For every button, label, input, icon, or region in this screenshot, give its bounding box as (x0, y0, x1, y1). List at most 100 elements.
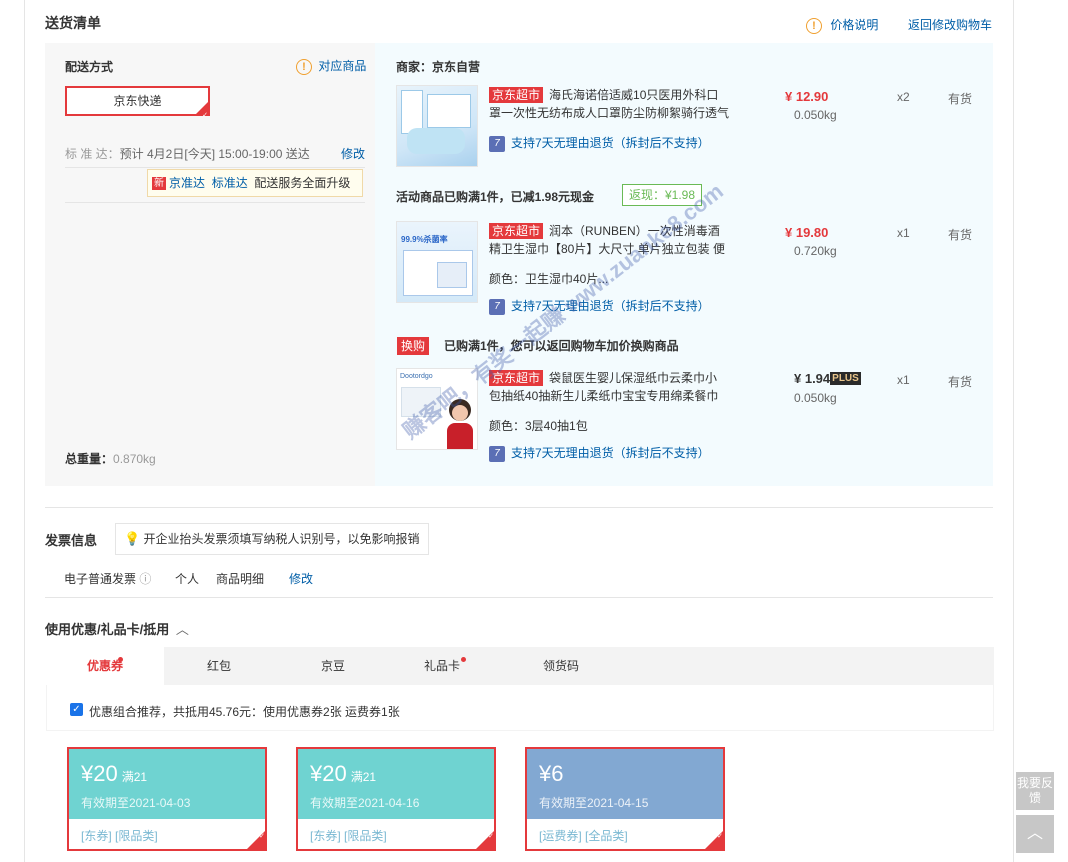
promo-upgrade-text: 配送服务全面升级 (254, 176, 351, 190)
delivery-method-label: 配送方式 (65, 60, 114, 74)
invoice-type: 电子普通发票 ⓘ (64, 570, 151, 587)
delivery-upgrade-tip: 新京准达 标准达 配送服务全面升级 (147, 169, 363, 197)
product-variant: 颜色：3层40抽1包 (489, 419, 588, 433)
return-policy-text[interactable]: 支持7天无理由退货（拆封后不支持） (511, 299, 710, 313)
return-policy[interactable]: 7 支持7天无理由退货（拆封后不支持） (489, 134, 710, 152)
discount-title[interactable]: 使用优惠/礼品卡/抵用 ︿ (45, 619, 189, 638)
selected-check-icon (476, 831, 494, 849)
delivery-modify-link[interactable]: 修改 (341, 145, 365, 162)
info-icon[interactable]: ⓘ (139, 572, 151, 586)
coupon-category: [运费券] [全品类] (539, 829, 628, 843)
chevron-up-icon[interactable]: ︿ (176, 622, 189, 637)
match-goods-label[interactable]: 对应商品 (318, 59, 366, 73)
product-qty: x1 (897, 373, 910, 387)
return-policy[interactable]: 7 支持7天无理由退货（拆封后不支持） (489, 297, 710, 315)
selected-check-icon (196, 102, 208, 129)
invoice-type-label: 电子普通发票 (64, 572, 137, 586)
jd-supermarket-badge: 京东超市 (489, 370, 544, 386)
product-weight: 0.050kg (794, 108, 837, 122)
new-badge: 新 (152, 177, 166, 191)
combo-text: 优惠组合推荐，共抵用45.76元：使用优惠券2张 运费券1张 (89, 705, 400, 719)
standard-delivery-row: 标 准 达：预计 4月2日[今天] 15:00-19:00 送达 (65, 145, 310, 162)
product-price: ¥ 1.94 (794, 371, 831, 386)
discount-title-text[interactable]: 使用优惠/礼品卡/抵用 (45, 622, 169, 637)
chevron-up-icon: ︿ (1026, 825, 1043, 842)
return-policy-text[interactable]: 支持7天无理由退货（拆封后不支持） (511, 446, 710, 460)
product-price: ¥ 12.90 (785, 89, 829, 104)
divider (45, 507, 993, 508)
total-weight-label: 总重量： (65, 452, 114, 466)
delivery-option-jd-express[interactable]: 京东快递 (65, 86, 210, 129)
tab-label: 红包 (206, 659, 231, 673)
shipping-box: 配送方式 ! 对应商品 京东快递 标 准 达：预计 4月2日[今天] 15:00… (45, 43, 993, 486)
product-image[interactable] (396, 85, 478, 167)
tab-coupons[interactable]: 优惠券 (46, 647, 164, 685)
coupon-expiry: 有效期至2021-04-16 (310, 796, 420, 810)
rebate-badge: 返现：¥1.98 (622, 184, 703, 206)
product-name[interactable]: 京东超市 海氏海诺倍适威10只医用外科口罩一次性无纺布成人口罩防尘防柳絮骑行透气 (489, 86, 729, 122)
coupon-expiry: 有效期至2021-04-15 (539, 796, 649, 810)
return-policy-text[interactable]: 支持7天无理由退货（拆封后不支持） (511, 136, 710, 150)
return-policy-icon: 7 (489, 135, 505, 152)
product-name[interactable]: 京东超市 润本（RUNBEN）一次性消毒酒精卫生湿巾【80片】大尺寸 单片独立包装… (489, 222, 729, 258)
product-stock: 有货 (948, 92, 973, 106)
tab-label: 京豆 (320, 659, 345, 673)
delivery-option-label: 京东快递 (113, 94, 162, 108)
return-policy[interactable]: 7 支持7天无理由退货（拆封后不支持） (489, 444, 710, 462)
divider (65, 202, 365, 203)
product-image-text: 99.9%杀菌率 (401, 235, 448, 244)
tab-gift-card[interactable]: 礼品卡 (392, 647, 492, 685)
match-goods-link[interactable]: ! 对应商品 (296, 57, 366, 75)
standard-delivery-time: 预计 4月2日[今天] 15:00-19:00 送达 (119, 147, 310, 161)
back-to-top-button[interactable]: ︿ (1016, 815, 1054, 853)
product-price-row: ¥ 1.94 PLUS (794, 371, 861, 386)
feedback-button[interactable]: 我要反馈 (1016, 772, 1054, 810)
tab-pickup-code[interactable]: 领货码 (516, 647, 606, 685)
coupon-top: ¥20 满21 有效期至2021-04-03 (69, 749, 265, 819)
tab-label: 领货码 (542, 659, 579, 673)
price-note-label[interactable]: 价格说明 (830, 18, 878, 32)
invoice-modify-link[interactable]: 修改 (289, 570, 313, 587)
promo-jingzhunda[interactable]: 京准达 (169, 176, 205, 190)
jd-supermarket-badge: 京东超市 (489, 223, 544, 239)
coupon-value: ¥6 (539, 761, 564, 786)
tab-jd-beans[interactable]: 京豆 (274, 647, 392, 685)
discount-tabs: 优惠券 红包 京豆 礼品卡 领货码 (46, 647, 994, 685)
coupon-card[interactable]: ¥20 满21 有效期至2021-04-03 [东券] [限品类] (67, 747, 267, 851)
product-image-text: Dootordgo (400, 373, 433, 380)
coupon-condition: 满21 (350, 770, 377, 784)
lightbulb-icon: 💡 (124, 531, 141, 546)
product-variant: 颜色：卫生湿巾40片... (489, 272, 609, 286)
product-image[interactable]: Dootordgo (396, 368, 478, 450)
divider (45, 597, 993, 598)
coupon-value: ¥20 (81, 761, 118, 786)
product-name[interactable]: 京东超市 袋鼠医生婴儿保湿纸巾云柔巾小包抽纸40抽新生儿柔纸巾宝宝专用绵柔餐巾 (489, 369, 729, 405)
product-price: ¥ 19.80 (785, 225, 829, 240)
tab-label: 礼品卡 (423, 659, 460, 673)
product-image[interactable]: 99.9%杀菌率 (396, 221, 478, 303)
product-qty: x1 (897, 226, 910, 240)
coupon-amount: ¥20 满21 (310, 761, 376, 787)
combo-recommendation: ✓ 优惠组合推荐，共抵用45.76元：使用优惠券2张 运费券1张 (46, 685, 994, 731)
coupon-expiry: 有效期至2021-04-03 (81, 796, 191, 810)
invoice-content: 商品明细 (216, 572, 265, 586)
activity-text: 活动商品已购满1件，已减1.98元现金 (396, 190, 595, 204)
warning-icon: ! (296, 58, 312, 75)
divider (65, 167, 365, 168)
warning-icon: ! (806, 17, 822, 34)
invoice-tip-text: 开企业抬头发票须填写纳税人识别号，以免影响报销 (143, 532, 420, 546)
coupon-amount: ¥20 满21 (81, 761, 147, 787)
combo-checkbox[interactable]: ✓ (70, 703, 83, 716)
coupon-card[interactable]: ¥6 有效期至2021-04-15 [运费券] [全品类] (525, 747, 725, 851)
price-note-link[interactable]: ! 价格说明 (806, 16, 878, 34)
delivery-panel: 配送方式 ! 对应商品 京东快递 标 准 达：预计 4月2日[今天] 15:00… (45, 43, 375, 486)
back-to-cart-link[interactable]: 返回修改购物车 (908, 16, 992, 33)
tab-red-packet[interactable]: 红包 (164, 647, 274, 685)
return-policy-icon: 7 (489, 445, 505, 462)
promo-biaozhunda[interactable]: 标准达 (212, 176, 248, 190)
coupon-card[interactable]: ¥20 满21 有效期至2021-04-16 [东券] [限品类] (296, 747, 496, 851)
coupon-value: ¥20 (310, 761, 347, 786)
selected-check-icon (705, 831, 723, 849)
total-weight-value: 0.870kg (113, 452, 156, 466)
selected-check-icon (247, 831, 265, 849)
